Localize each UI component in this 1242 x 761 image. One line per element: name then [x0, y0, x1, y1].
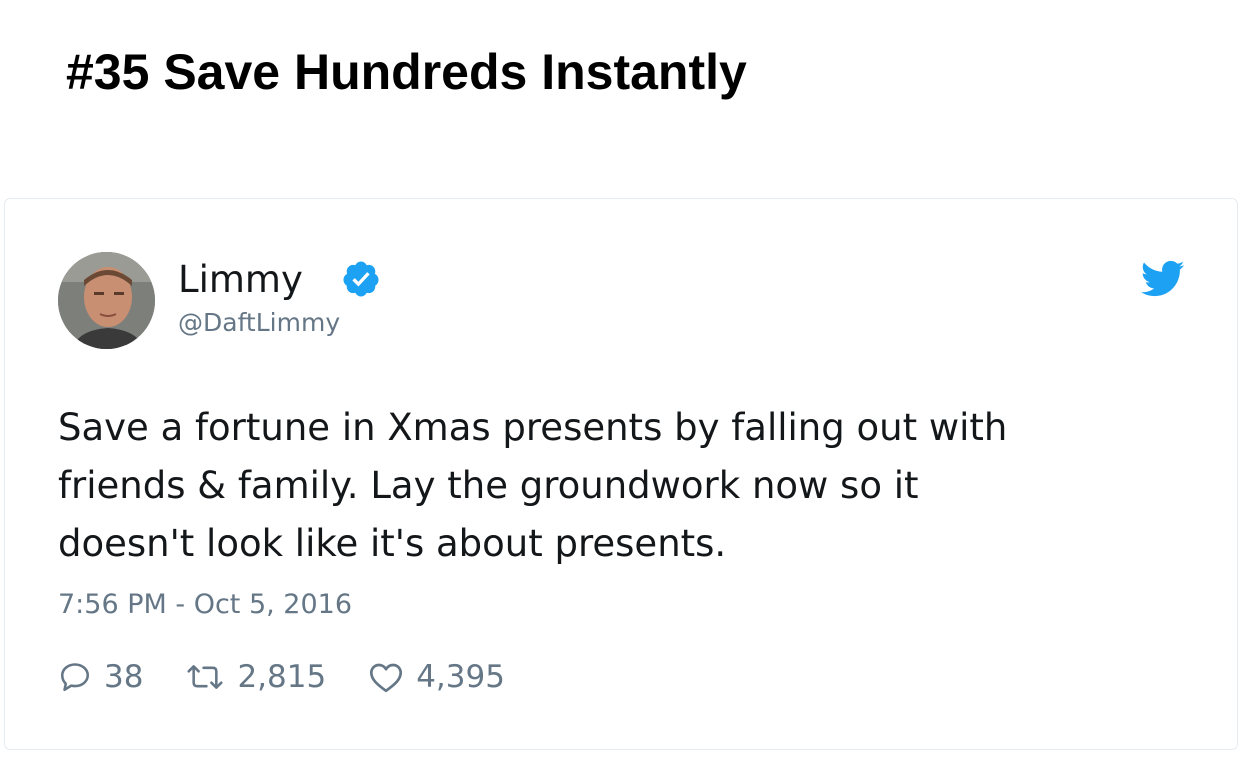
verified-badge-icon	[343, 261, 379, 297]
retweet-button[interactable]: 2,815	[185, 659, 326, 695]
twitter-bird-icon[interactable]	[1141, 259, 1185, 299]
display-name[interactable]: Limmy	[178, 258, 303, 302]
retweet-count: 2,815	[237, 659, 327, 695]
avatar[interactable]	[58, 252, 155, 349]
tweet-text-line: doesn't look like it's about presents.	[58, 522, 727, 565]
retweet-icon	[187, 665, 224, 689]
tweet-actions: 38 2,815 4,395	[58, 657, 505, 697]
avatar-image	[58, 252, 155, 349]
tweet-card[interactable]: Limmy @DaftLimmy Save a fortune in Xmas …	[4, 198, 1238, 750]
like-button[interactable]: 4,395	[368, 659, 505, 695]
tweet-text-line: friends & family. Lay the groundwork now…	[58, 464, 919, 507]
reply-count: 38	[104, 659, 144, 695]
tweet-timestamp[interactable]: 7:56 PM - Oct 5, 2016	[58, 588, 352, 622]
user-handle[interactable]: @DaftLimmy	[178, 307, 340, 339]
heart-icon	[370, 663, 403, 693]
like-count: 4,395	[416, 659, 505, 695]
reply-button[interactable]: 38	[58, 659, 143, 695]
tweet-text-line: Save a fortune in Xmas presents by falli…	[58, 406, 1008, 449]
page-headline: #35 Save Hundreds Instantly	[66, 44, 747, 100]
reply-icon	[60, 663, 90, 692]
tweet-text: Save a fortune in Xmas presents by falli…	[58, 399, 1208, 573]
